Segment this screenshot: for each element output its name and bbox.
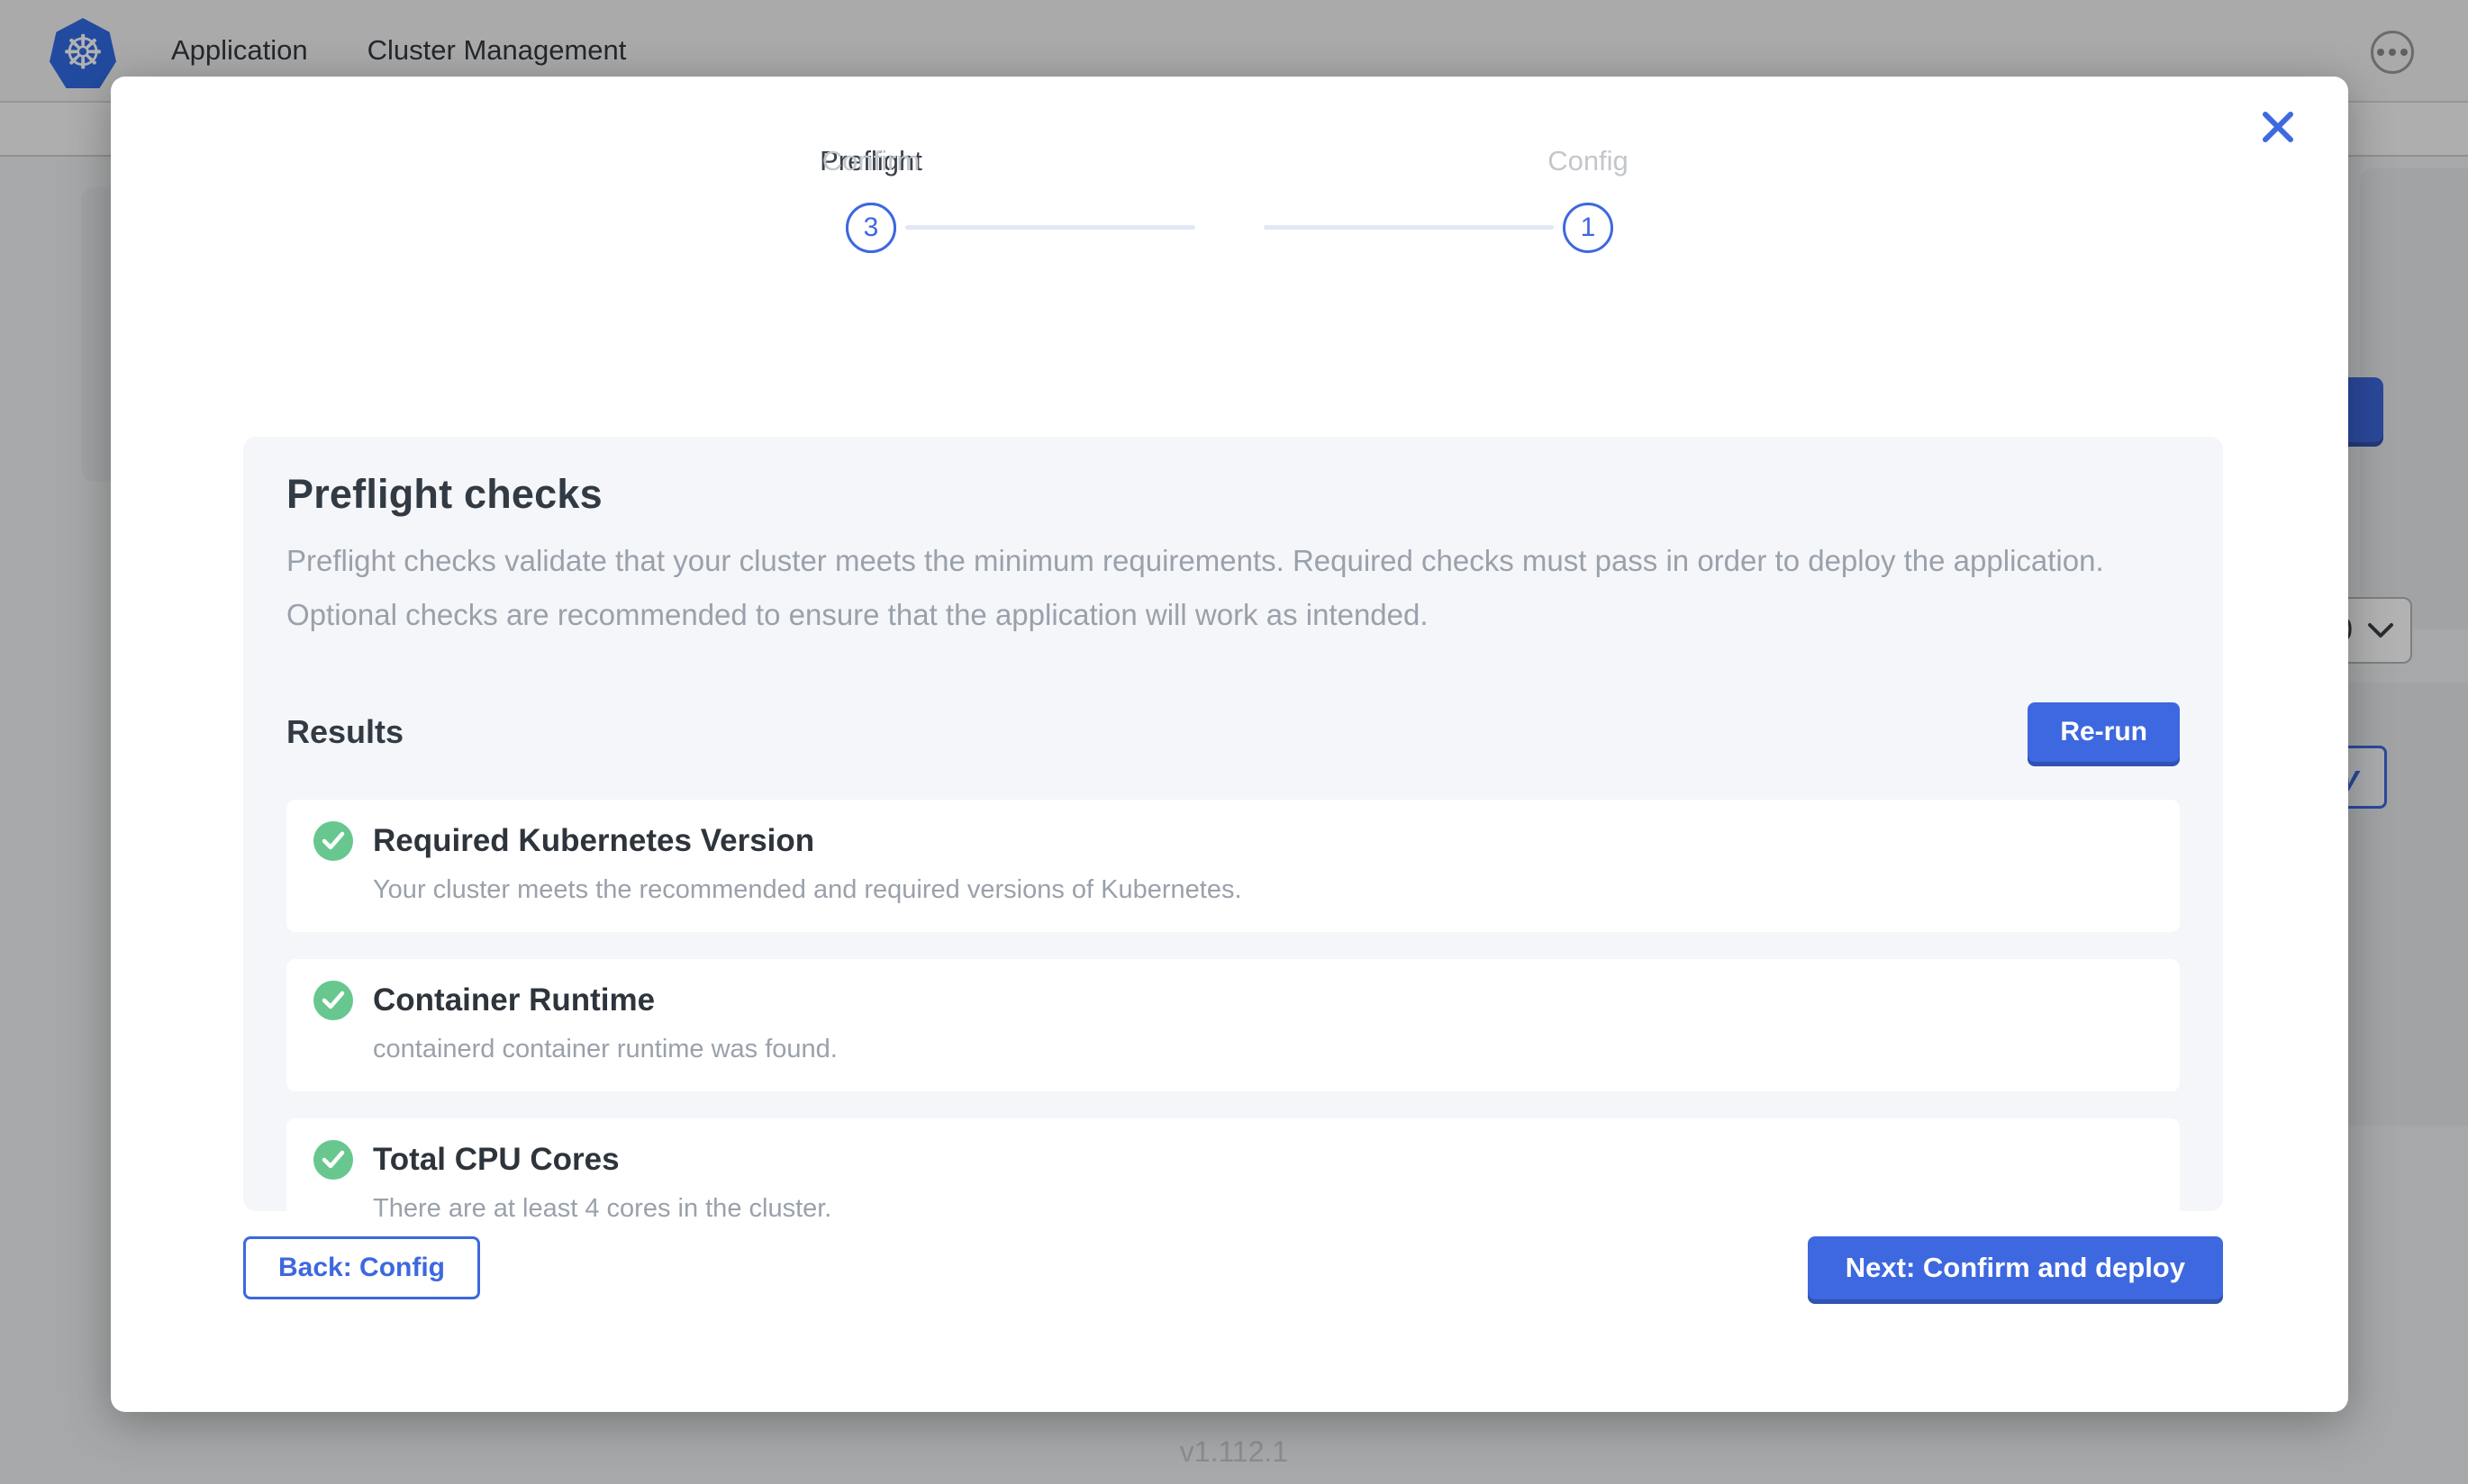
- preflight-card: Preflight checks Preflight checks valida…: [243, 437, 2223, 1211]
- stepper-step-confirm[interactable]: Confirm 3: [736, 143, 1006, 253]
- check-message: containerd container runtime was found.: [373, 1035, 2153, 1064]
- check-title: Required Kubernetes Version: [373, 823, 814, 859]
- rerun-button[interactable]: Re-run: [2028, 702, 2180, 762]
- check-message: Your cluster meets the recommended and r…: [373, 875, 2153, 905]
- preflight-modal: Config 1 Preflight 2 Confirm 3 Preflight…: [111, 77, 2348, 1412]
- back-config-button[interactable]: Back: Config: [243, 1236, 480, 1299]
- preflight-description: Preflight checks validate that your clus…: [286, 534, 2164, 643]
- page-title: Preflight checks: [286, 471, 2180, 518]
- preflight-result-row: Required Kubernetes Version Your cluster…: [286, 800, 2180, 932]
- results-header: Results Re-run: [286, 702, 2180, 762]
- check-title: Container Runtime: [373, 982, 655, 1018]
- check-title: Total CPU Cores: [373, 1142, 620, 1178]
- preflight-results-list: Required Kubernetes Version Your cluster…: [286, 800, 2180, 1251]
- preflight-result-row: Total CPU Cores There are at least 4 cor…: [286, 1118, 2180, 1251]
- check-circle-icon: [313, 981, 353, 1020]
- check-circle-icon: [313, 821, 353, 861]
- results-heading: Results: [286, 713, 404, 751]
- preflight-result-row: Container Runtime containerd container r…: [286, 959, 2180, 1091]
- step-number-badge: 1: [1563, 203, 1613, 253]
- wizard-stepper: Config 1 Preflight 2 Confirm 3: [871, 143, 1588, 314]
- check-message: There are at least 4 cores in the cluste…: [373, 1194, 2153, 1224]
- stepper-step-config[interactable]: Config 1: [1453, 143, 1723, 253]
- next-confirm-deploy-button[interactable]: Next: Confirm and deploy: [1808, 1236, 2223, 1299]
- close-icon[interactable]: [2258, 107, 2298, 147]
- check-circle-icon: [313, 1140, 353, 1180]
- step-number-badge: 3: [846, 203, 896, 253]
